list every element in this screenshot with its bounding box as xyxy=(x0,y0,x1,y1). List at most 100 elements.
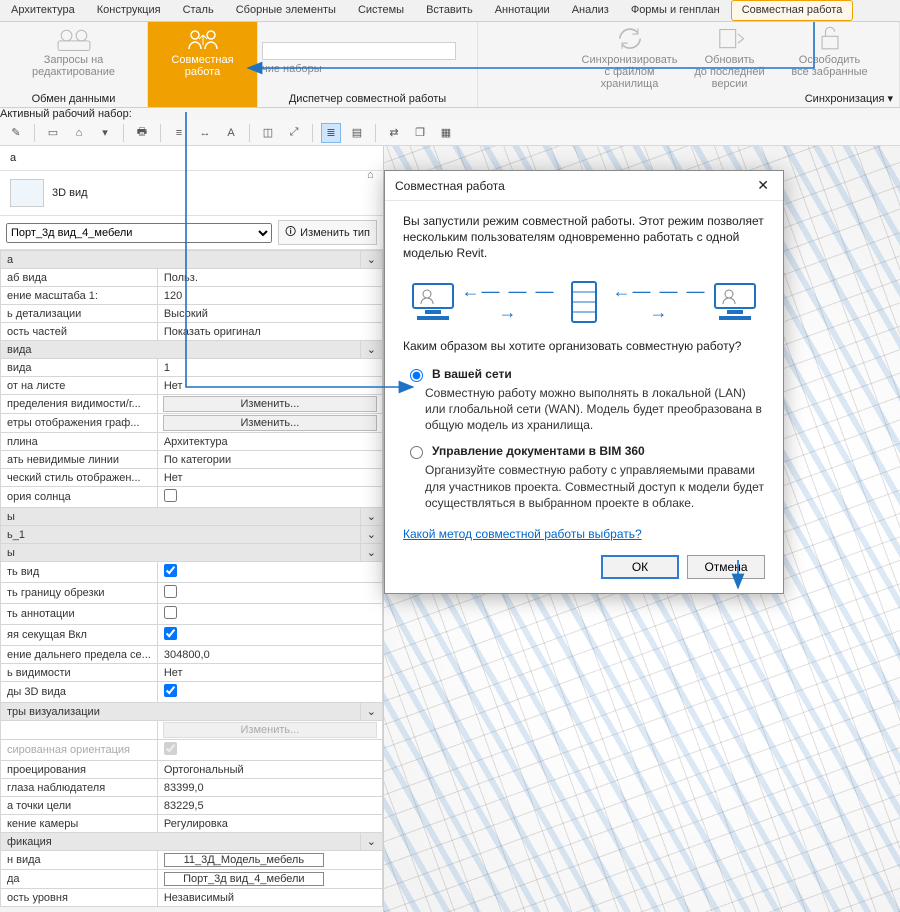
users-icon xyxy=(57,26,91,52)
qat-align-icon[interactable]: ≡ xyxy=(169,123,189,143)
prop-on-sheet[interactable]: Нет xyxy=(157,377,382,395)
collaborate-button[interactable]: Совместная работа xyxy=(158,26,248,78)
prop-crop-view[interactable] xyxy=(164,564,177,577)
tab-annotate[interactable]: Аннотации xyxy=(484,0,561,21)
qat-wall-icon[interactable]: ▭ xyxy=(43,123,63,143)
active-workset-dropdown[interactable] xyxy=(262,42,456,60)
section-crop[interactable]: ы xyxy=(1,544,361,562)
prop-dependency[interactable]: Независимый xyxy=(157,889,382,907)
prop-annotation-crop[interactable] xyxy=(164,606,177,619)
prop-hidden-lines[interactable]: По категории xyxy=(157,451,382,469)
edit-type-button[interactable]: 🛈 Изменить тип xyxy=(278,220,377,245)
vg-overrides-button[interactable]: Изменить... xyxy=(163,396,377,412)
quick-access-toolbar: ✎ ▭ ⌂ ▾ 🖶 ≡ ↔ A ◫ ⤢ ≣ ▤ ⇄ ❐ ▦ xyxy=(0,120,900,146)
relinquish-button[interactable]: Освободить все забранные xyxy=(785,26,875,90)
opt-bim360-label: Управление документами в BIM 360 xyxy=(432,444,645,458)
house-icon: ⌂ xyxy=(367,169,374,181)
qat-section-icon[interactable]: ⤢ xyxy=(284,123,304,143)
prop-view-name[interactable]: Порт_3д вид_4_мебели xyxy=(164,872,324,886)
tab-structure[interactable]: Конструкция xyxy=(86,0,172,21)
sync-central-button[interactable]: Синхронизировать с файлом хранилища xyxy=(585,26,675,90)
prop-scope-box[interactable]: Нет xyxy=(157,664,382,682)
section-view[interactable]: вида xyxy=(1,341,361,359)
tab-insert[interactable]: Вставить xyxy=(415,0,484,21)
qat-tag-icon[interactable]: A xyxy=(221,123,241,143)
cancel-button[interactable]: Отмена xyxy=(687,555,765,579)
collaborate-icon xyxy=(186,26,220,52)
prop-sun-path[interactable] xyxy=(164,489,177,502)
qat-cascade-icon[interactable]: ❐ xyxy=(410,123,430,143)
prop-view-id[interactable]: 1 xyxy=(157,359,382,377)
tab-steel[interactable]: Сталь xyxy=(172,0,225,21)
workstation2-icon xyxy=(709,280,761,324)
qat-print-icon[interactable]: 🖶 xyxy=(132,123,152,143)
prop-far-clip[interactable] xyxy=(164,627,177,640)
dialog-close-button[interactable]: ✕ xyxy=(753,177,773,194)
prop-section-box[interactable] xyxy=(164,684,177,697)
qat-modify-icon[interactable]: ✎ xyxy=(6,123,26,143)
qat-3d-icon[interactable]: ◫ xyxy=(258,123,278,143)
tab-collaborate[interactable]: Совместная работа xyxy=(731,0,854,21)
tab-systems[interactable]: Системы xyxy=(347,0,415,21)
ribbon-tabs: Архитектура Конструкция Сталь Сборные эл… xyxy=(0,0,900,22)
qat-thin-lines-icon[interactable]: ≣ xyxy=(321,123,341,143)
ok-button[interactable]: ОК xyxy=(601,555,679,579)
qat-switch-icon[interactable]: ⇄ xyxy=(384,123,404,143)
qat-chevron-down-icon[interactable]: ▾ xyxy=(95,123,115,143)
prop-view-template[interactable]: 11_3Д_Модель_мебель xyxy=(164,853,324,867)
section-extents2[interactable]: ь_1 xyxy=(1,526,361,544)
qat-door-icon[interactable]: ⌂ xyxy=(69,123,89,143)
prop-detail-level[interactable]: Высокий xyxy=(157,305,382,323)
section-identity[interactable]: фикация xyxy=(1,833,361,851)
panel-sync-footer[interactable]: Синхронизация ▾ xyxy=(566,92,893,105)
panel-sync: Синхронизировать с файлом хранилища Обно… xyxy=(560,22,900,107)
qat-close-hidden-icon[interactable]: ▤ xyxy=(347,123,367,143)
opt-network-desc: Совместную работу можно выполнять в лока… xyxy=(425,385,765,434)
radio-network[interactable] xyxy=(410,369,423,382)
prop-parts-visibility[interactable]: Показать оригинал xyxy=(157,323,382,341)
worksets-button-label[interactable]: чие наборы xyxy=(262,63,322,75)
dialog-question: Каким образом вы хотите организовать сов… xyxy=(403,338,765,354)
opt-network-label: В вашей сети xyxy=(432,367,512,381)
reload-latest-button[interactable]: Обновить до последней версии xyxy=(685,26,775,90)
qat-dim-icon[interactable]: ↔ xyxy=(195,123,215,143)
prop-eye-elev[interactable]: 83399,0 xyxy=(157,779,382,797)
workstation-icon xyxy=(407,280,459,324)
prop-scale-value[interactable]: 120 xyxy=(157,287,382,305)
active-workset-label: Активный рабочий набор: xyxy=(0,108,132,120)
tab-analyze[interactable]: Анализ xyxy=(561,0,620,21)
prop-projection[interactable]: Ортогональный xyxy=(157,761,382,779)
collapse-icon[interactable]: ⌄ xyxy=(360,251,382,269)
section-extents[interactable]: ы xyxy=(1,508,361,526)
prop-crop-visible[interactable] xyxy=(164,585,177,598)
panel-collaborate[interactable]: Совместная работа xyxy=(148,22,258,107)
tab-precast[interactable]: Сборные элементы xyxy=(225,0,347,21)
type-thumbnail-icon xyxy=(10,179,44,207)
dialog-graphic: ←— — —→ ←— — —→ xyxy=(403,274,765,338)
section-render[interactable]: тры визуализации xyxy=(1,703,361,721)
property-grid: а⌄ аб видаПольз. ение масштаба 1:120 ь д… xyxy=(0,250,383,907)
edit-requests-button[interactable]: Запросы на редактирование xyxy=(29,26,119,78)
prop-discipline[interactable]: Архитектура xyxy=(157,433,382,451)
prop-camera-pos[interactable]: Регулировка xyxy=(157,815,382,833)
tab-architecture[interactable]: Архитектура xyxy=(0,0,86,21)
dialog-title: Совместная работа xyxy=(395,179,505,193)
prop-scale[interactable]: Польз. xyxy=(157,269,382,287)
dialog-intro: Вы запустили режим совместной работы. Эт… xyxy=(403,213,765,262)
prop-far-clip-offset[interactable]: 304800,0 xyxy=(157,646,382,664)
qat-tile-icon[interactable]: ▦ xyxy=(436,123,456,143)
prop-analysis-style[interactable]: Нет xyxy=(157,469,382,487)
reload-icon xyxy=(713,26,747,52)
dialog-help-link[interactable]: Какой метод совместной работы выбрать? xyxy=(403,527,642,541)
graphic-display-button[interactable]: Изменить... xyxy=(163,415,377,431)
view-instance-select[interactable]: Порт_3д вид_4_мебели xyxy=(6,223,272,243)
prop-locked-orientation xyxy=(164,742,177,755)
panel-communicate-footer: Обмен данными xyxy=(6,93,141,105)
radio-bim360[interactable] xyxy=(410,446,423,459)
panel-communicate: Запросы на редактирование Обмен данными xyxy=(0,22,148,107)
prop-target-elev[interactable]: 83229,5 xyxy=(157,797,382,815)
tab-massing[interactable]: Формы и генплан xyxy=(620,0,731,21)
server-icon xyxy=(558,280,610,324)
type-selector[interactable]: 3D вид xyxy=(0,171,383,216)
section-graphics[interactable]: а xyxy=(1,251,361,269)
